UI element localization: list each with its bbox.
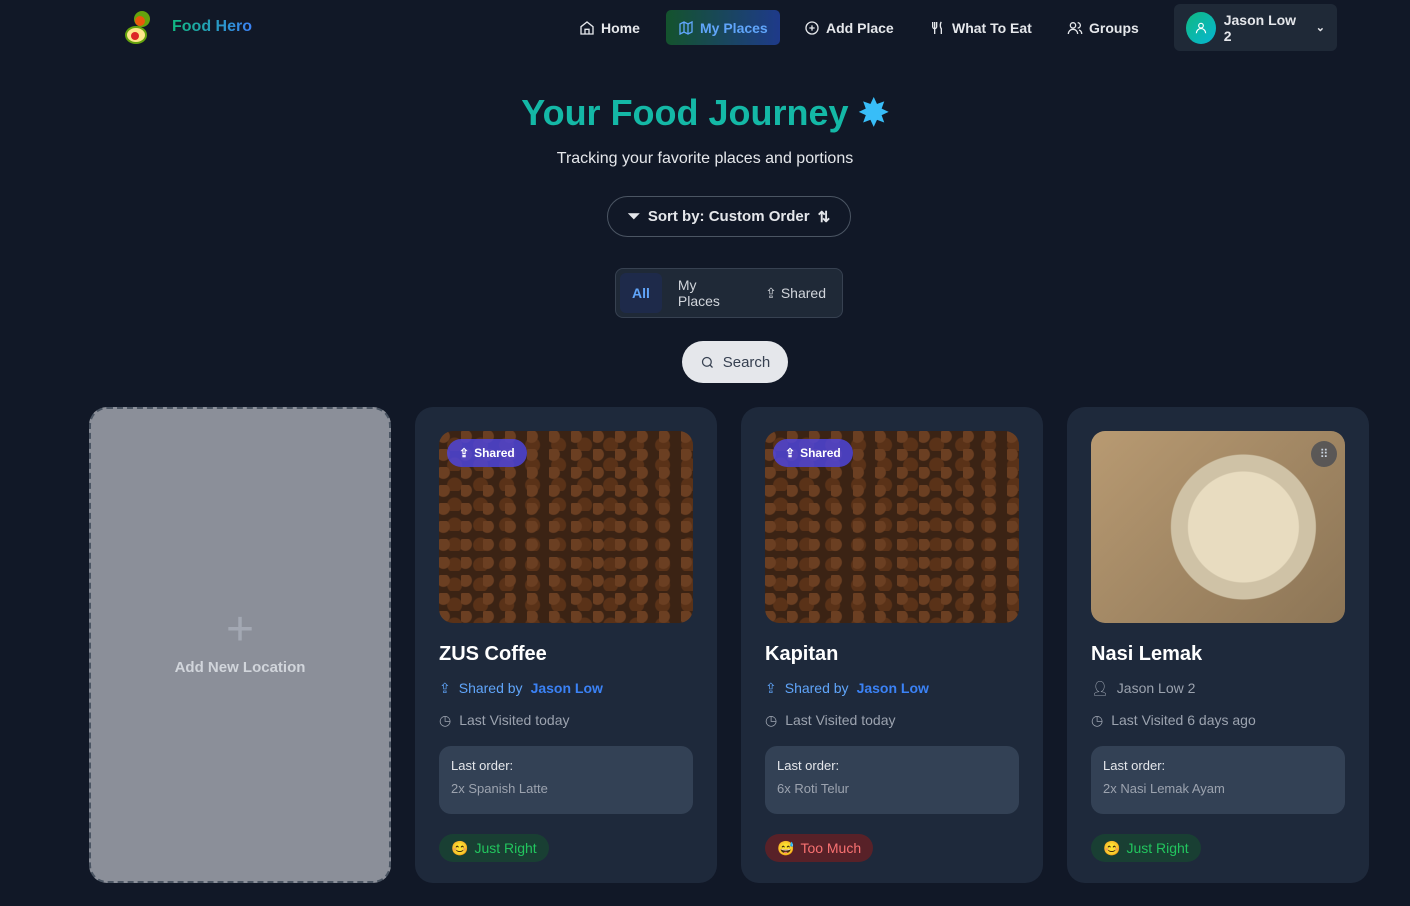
portion-badge: 😊 Just Right	[439, 834, 549, 862]
food-hero-logo[interactable]	[124, 9, 156, 45]
shared-by: ⇪ Shared by Jason Low	[765, 679, 929, 697]
nav-home[interactable]: Home	[567, 10, 652, 45]
plus-icon: +	[225, 602, 255, 656]
add-location-label: Add New Location	[174, 658, 306, 676]
tab-my-places[interactable]: My Places	[666, 273, 749, 313]
place-name: ZUS Coffee	[439, 643, 547, 665]
page-subtitle: Tracking your favorite places and portio…	[556, 150, 854, 167]
share-icon: ⇪	[765, 284, 777, 301]
map-icon	[679, 20, 693, 35]
tab-shared[interactable]: ⇪ Shared	[753, 273, 838, 313]
filter-tabs: All My Places ⇪ Shared	[615, 268, 843, 318]
owner: 👤︎ Jason Low 2	[1091, 679, 1196, 697]
shared-badge: ⇪ Shared	[773, 439, 853, 467]
nav-label: Add Place	[826, 19, 894, 36]
sort-button[interactable]: ⏷ Sort by: Custom Order ⇅	[607, 196, 851, 237]
last-visited: ◷ Last Visited 6 days ago	[1091, 711, 1256, 729]
nav-label: My Places	[700, 19, 768, 36]
last-order: Last order: 6x Roti Telur	[765, 746, 1019, 814]
drag-handle-icon[interactable]: ⠿	[1311, 441, 1337, 467]
utensils-icon	[932, 21, 942, 34]
last-order: Last order: 2x Nasi Lemak Ayam	[1091, 746, 1345, 814]
nav-label: Home	[601, 19, 640, 36]
owner-link[interactable]: Jason Low	[531, 680, 603, 696]
avatar	[1186, 11, 1216, 44]
user-name: Jason Low 2	[1223, 11, 1297, 44]
brand-name[interactable]: Food Hero	[172, 18, 252, 36]
smile-icon: 😊	[1103, 839, 1121, 856]
shared-badge: ⇪ Shared	[447, 439, 527, 467]
search-button[interactable]: Search	[682, 341, 788, 383]
nav-what-to-eat[interactable]: What To Eat	[918, 10, 1044, 45]
share-icon: ⇪	[785, 446, 796, 460]
share-icon: ⇪	[459, 446, 470, 460]
share-icon: ⇪	[765, 679, 777, 696]
tab-all[interactable]: All	[620, 273, 662, 313]
page-title: Your Food Journey ✸	[521, 92, 889, 133]
tab-label: Shared	[780, 285, 826, 301]
sweat-smile-icon: 😅	[777, 839, 795, 856]
last-visited: ◷ Last Visited today	[765, 711, 896, 729]
last-visited: ◷ Last Visited today	[439, 711, 570, 729]
plus-circle-icon	[805, 20, 819, 35]
nav-my-places[interactable]: My Places	[666, 10, 780, 45]
nav-label: Groups	[1089, 19, 1139, 36]
place-image: ⇪ Shared	[765, 431, 1019, 623]
nav-groups[interactable]: Groups	[1055, 10, 1151, 45]
sort-label: Sort by: Custom Order	[647, 208, 810, 225]
home-icon	[580, 20, 594, 35]
share-icon: ⇪	[439, 679, 451, 696]
clock-icon: ◷	[439, 711, 452, 728]
clock-icon: ◷	[765, 711, 778, 728]
place-card[interactable]: ⇪ Shared Kapitan ⇪ Shared by Jason Low ◷ Las…	[741, 407, 1043, 883]
add-location-card[interactable]: + Add New Location	[89, 407, 391, 883]
sort-arrows-icon: ⇅	[817, 208, 831, 226]
shared-by: ⇪ Shared by Jason Low	[439, 679, 603, 697]
chevron-down-icon: ⌄	[1315, 22, 1325, 34]
nav-label: What To Eat	[952, 19, 1032, 36]
user-menu[interactable]: Jason Low 2 ⌄	[1174, 4, 1337, 51]
place-image: ⇪ Shared	[439, 431, 693, 623]
user-icon	[1195, 22, 1207, 33]
sparkle-icon: ✸	[858, 92, 889, 133]
search-label: Search	[722, 353, 771, 371]
user-icon: 👤︎	[1091, 679, 1109, 696]
portion-badge: 😅 Too Much	[765, 834, 874, 862]
place-image: ⠿	[1091, 431, 1345, 623]
nav-add-place[interactable]: Add Place	[792, 10, 906, 45]
place-name: Nasi Lemak	[1091, 643, 1203, 665]
place-name: Kapitan	[765, 643, 839, 665]
owner-link[interactable]: Jason Low	[857, 680, 929, 696]
top-nav: Food Hero Home My Places Add Place What …	[0, 0, 1410, 56]
last-order: Last order: 2x Spanish Latte	[439, 746, 693, 814]
clock-icon: ◷	[1091, 711, 1104, 728]
portion-badge: 😊 Just Right	[1091, 834, 1201, 862]
place-card[interactable]: ⠿ Nasi Lemak 👤︎ Jason Low 2 ◷ Last Visited…	[1067, 407, 1369, 883]
filter-icon: ⏷	[627, 208, 640, 225]
place-card[interactable]: ⇪ Shared ZUS Coffee ⇪ Shared by Jason Low ◷…	[415, 407, 717, 883]
users-icon	[1067, 21, 1083, 34]
search-icon	[701, 356, 713, 368]
smile-icon: 😊	[451, 839, 469, 856]
